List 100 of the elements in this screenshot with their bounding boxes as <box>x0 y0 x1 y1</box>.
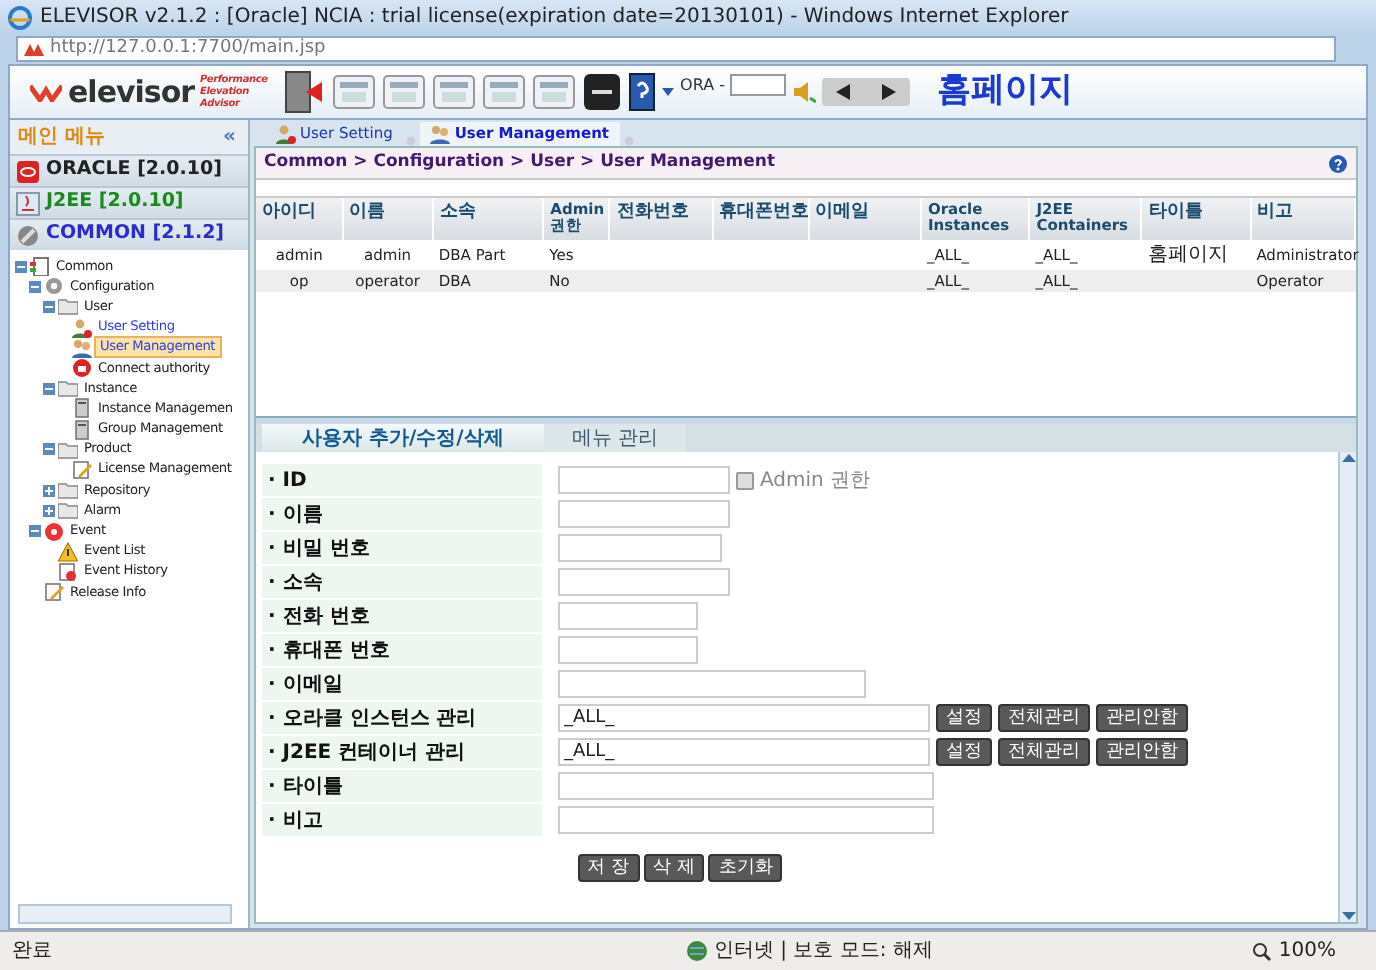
input-field[interactable] <box>558 534 722 562</box>
field-label: · 비밀 번호 <box>268 537 370 559</box>
globe-icon <box>685 940 708 962</box>
vertical-scrollbar[interactable] <box>1338 452 1356 922</box>
history-icon <box>58 561 78 582</box>
speaker-icon[interactable] <box>792 80 817 104</box>
zoom-level[interactable]: 100% <box>1278 936 1336 966</box>
field-label: · 타이틀 <box>268 775 343 797</box>
input-field[interactable] <box>558 636 698 664</box>
action-button[interactable]: 전체관리 <box>998 704 1090 732</box>
horizontal-scrollbar[interactable] <box>18 904 232 924</box>
next-icon[interactable] <box>880 84 897 100</box>
server-icon <box>72 398 92 419</box>
form-button[interactable]: 저 장 <box>577 854 639 882</box>
column-header[interactable]: 타이틀 <box>1141 198 1251 240</box>
field-label: · 전화 번호 <box>268 605 370 627</box>
column-header[interactable]: 이메일 <box>808 198 921 240</box>
tab[interactable]: 사용자 추가/수정/삭제 <box>262 424 544 452</box>
column-header[interactable]: 휴대폰번호 <box>712 198 809 240</box>
checkbox[interactable] <box>736 471 754 489</box>
column-header[interactable]: 전화번호 <box>609 198 712 240</box>
collapse-button[interactable]: « <box>223 122 236 152</box>
input-field[interactable] <box>558 772 934 800</box>
column-header[interactable]: 이름 <box>342 198 433 240</box>
action-button[interactable]: 전체관리 <box>998 738 1090 766</box>
field-label: · 소속 <box>268 571 323 593</box>
page-icon <box>30 256 50 277</box>
field-label: · 이름 <box>268 503 323 525</box>
site-icon <box>24 41 44 57</box>
tab[interactable]: 메뉴 관리 <box>543 424 686 452</box>
action-button[interactable]: 관리안함 <box>1096 738 1188 766</box>
column-header[interactable]: 아이디 <box>256 198 343 240</box>
input-field[interactable] <box>558 466 730 494</box>
action-button[interactable]: 설정 <box>936 704 992 732</box>
field-label: · J2EE 컨테이너 관리 <box>268 741 466 763</box>
folder-icon <box>58 296 78 317</box>
table-cell: 홈페이지 <box>1147 244 1228 266</box>
action-button[interactable]: 설정 <box>936 738 992 766</box>
input-field[interactable] <box>558 500 730 528</box>
form-button[interactable]: 삭 제 <box>643 854 705 882</box>
collapse-icon[interactable] <box>42 299 56 314</box>
folder-icon <box>58 439 78 460</box>
column-header[interactable]: 소속 <box>432 198 544 240</box>
input-field[interactable] <box>558 806 934 834</box>
ora-label: ORA - <box>680 74 725 98</box>
oracle-icon <box>16 159 40 183</box>
collapse-icon[interactable] <box>42 442 56 457</box>
event-icon <box>44 521 64 542</box>
field-label: · 비고 <box>268 809 323 831</box>
form-button[interactable]: 초기화 <box>708 854 783 882</box>
exit-door-icon[interactable] <box>282 70 327 114</box>
checkbox-label: Admin 권한 <box>760 467 871 495</box>
users-icon <box>430 124 451 144</box>
scroll-down-icon[interactable] <box>1341 910 1355 922</box>
collapse-icon[interactable] <box>42 381 56 396</box>
caret-icon[interactable] <box>662 88 675 96</box>
sidebar-section[interactable]: J2EE [2.0.10] <box>10 186 248 218</box>
previous-icon[interactable] <box>836 84 853 100</box>
help-icon[interactable] <box>628 72 657 112</box>
folder-icon <box>58 480 78 501</box>
input-field[interactable]: _ALL_ <box>558 738 930 766</box>
collapse-icon[interactable] <box>14 259 28 274</box>
window-title: ELEVISOR v2.1.2 : [Oracle] NCIA : trial license(expiration date=20130101) - Windows Internet Explorer <box>40 4 1069 32</box>
collapse-icon[interactable] <box>28 524 42 539</box>
sidebar-title: 메인 메뉴 <box>18 124 105 152</box>
zoom-icon <box>1252 941 1273 961</box>
gear-icon <box>44 276 64 297</box>
collapse-icon[interactable] <box>28 279 42 294</box>
ora-field[interactable] <box>730 74 787 96</box>
folder-icon <box>58 378 78 399</box>
help-icon[interactable] <box>1328 153 1348 173</box>
logo-text: elevisor <box>68 71 195 114</box>
expand-icon[interactable] <box>42 483 56 498</box>
input-field[interactable]: _ALL_ <box>558 704 930 732</box>
input-field[interactable] <box>558 602 698 630</box>
sidebar-section[interactable]: COMMON [2.1.2] <box>10 218 248 250</box>
user-icon <box>276 124 296 144</box>
field-label: · 휴대폰 번호 <box>268 639 390 661</box>
breadcrumb: Common > Configuration > User > User Management <box>264 150 776 176</box>
server-icon <box>72 419 92 440</box>
status-text: 완료 <box>12 938 52 966</box>
java-icon <box>16 191 40 215</box>
folder-icon <box>58 500 78 521</box>
security-zone: 인터넷 | 보호 모드: 해제 <box>713 938 933 966</box>
sidebar-section[interactable]: ORACLE [2.0.10] <box>10 154 248 186</box>
action-button[interactable]: 관리안함 <box>1096 704 1188 732</box>
window-icon[interactable] <box>382 70 427 114</box>
homepage-text[interactable]: 홈페이지 <box>936 66 1073 118</box>
field-label: · ID <box>268 469 307 491</box>
logo-icon <box>30 82 62 102</box>
column-header[interactable]: 비고 <box>1250 198 1355 240</box>
edit-icon <box>72 459 92 480</box>
input-field[interactable] <box>558 670 866 698</box>
address-field[interactable]: http://127.0.0.1:7700/main.jsp <box>16 36 1336 62</box>
input-field[interactable] <box>558 568 730 596</box>
warning-icon <box>58 541 78 562</box>
browser-icon <box>8 5 32 29</box>
edit-icon <box>44 582 64 603</box>
users-icon <box>72 337 92 358</box>
expand-icon[interactable] <box>42 503 56 518</box>
